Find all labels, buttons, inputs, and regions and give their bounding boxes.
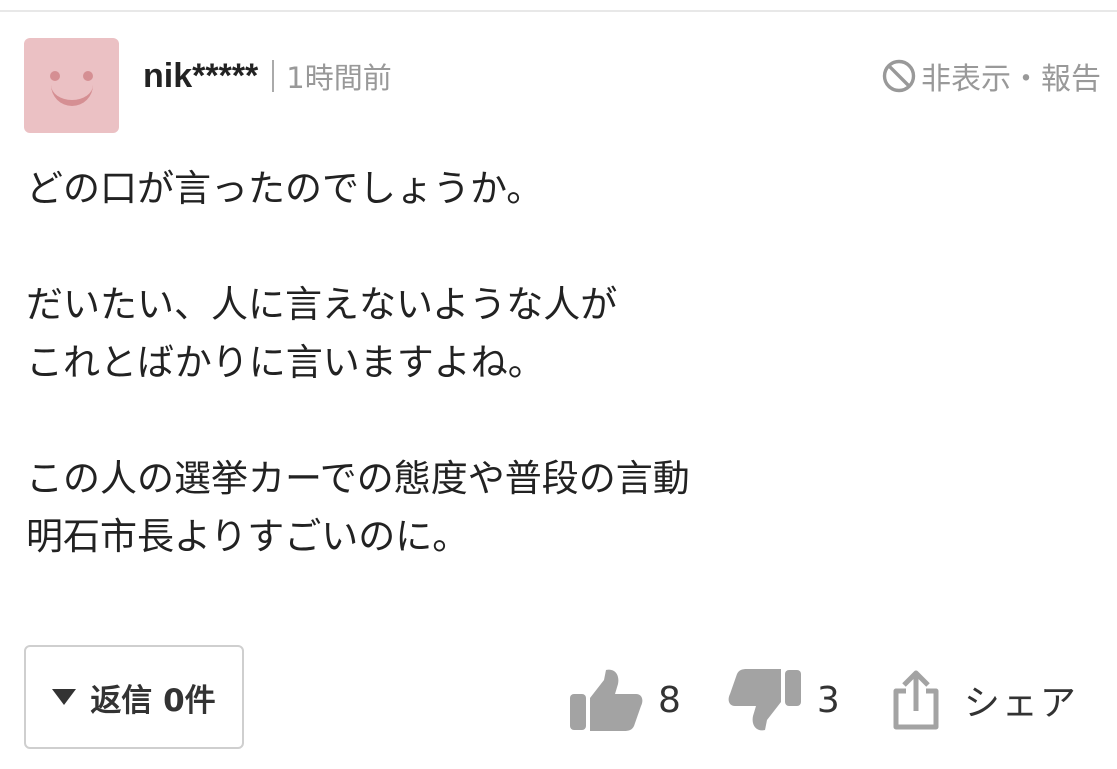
comment-body: どの口が言ったのでしょうか。 だいたい、人に言えないような人が これとばかりに言… [26,167,690,558]
share-icon [893,670,939,730]
dislike-button[interactable]: 3 [727,668,840,732]
comment-card: nik***** 1時間前 非表示・報告 どの口が言ったのでしょうか。 だいたい… [0,0,1117,769]
meta-separator [272,60,275,92]
top-divider [0,10,1117,12]
thumbs-down-icon [728,669,801,731]
user-name[interactable]: nik***** [143,57,258,96]
comment-meta: nik***** 1時間前 [143,52,392,100]
hide-report-label: 非表示・報告 [921,62,1101,97]
timestamp: 1時間前 [286,61,392,95]
hide-report-link[interactable]: 非表示・報告 [881,52,1101,100]
share-button[interactable]: シェア [890,669,1078,731]
avatar-left-eye [50,71,60,81]
dislike-count: 3 [816,679,840,721]
avatar-right-eye [83,71,93,81]
triangle-down-icon [52,689,77,705]
comment-actions: 8 3 シェア [568,665,1078,735]
like-button[interactable]: 8 [568,668,681,732]
reply-button-label: 返信 0件 [90,682,216,719]
reply-toggle-button[interactable]: 返信 0件 [24,645,244,749]
thumbs-up-icon [570,669,643,731]
user-avatar[interactable] [24,38,119,133]
share-label: シェア [963,683,1078,724]
prohibit-icon [882,59,916,93]
avatar-mouth [51,82,93,106]
like-count: 8 [658,679,681,721]
